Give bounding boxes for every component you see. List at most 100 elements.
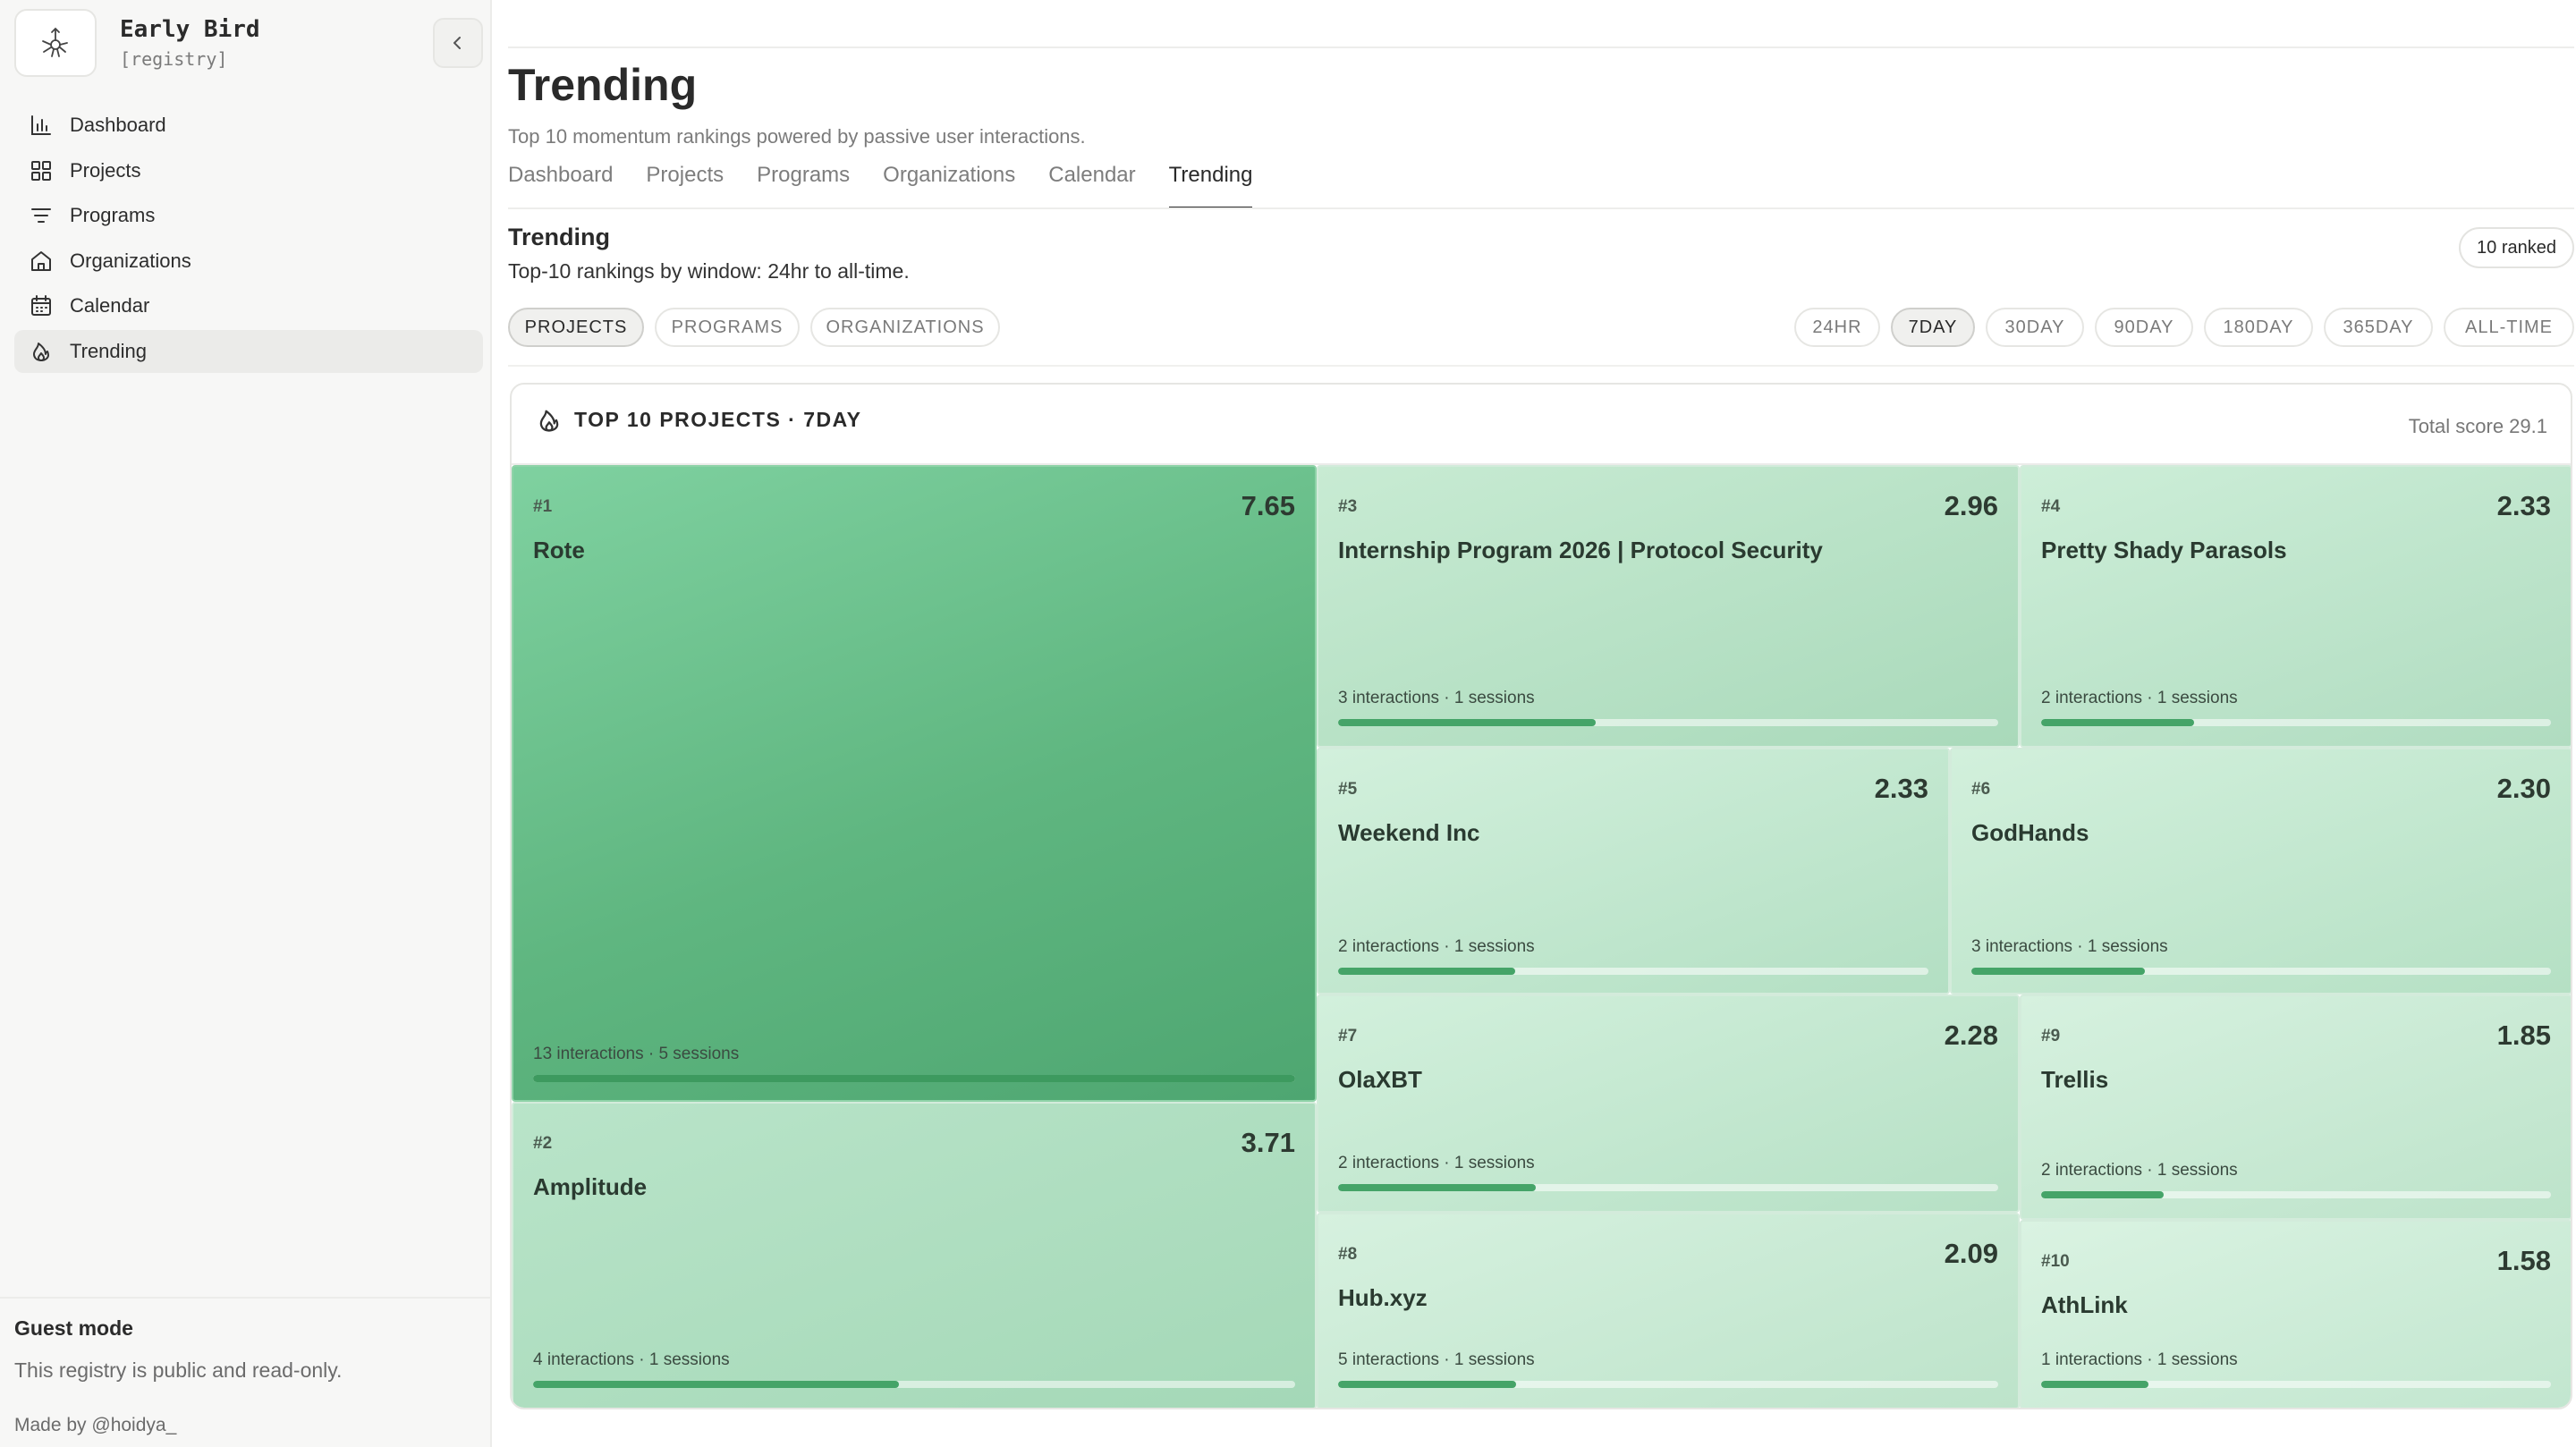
tile-meta: 5 interactions · 1 sessions [1338, 1350, 1535, 1369]
tab-organizations[interactable]: Organizations [883, 157, 1015, 209]
bird-logo-icon[interactable] [14, 9, 97, 77]
filter-window-24hr[interactable]: 24HR [1794, 308, 1880, 347]
tile-name: Pretty Shady Parasols [2041, 537, 2287, 563]
sidebar-item-dashboard[interactable]: Dashboard [14, 104, 483, 147]
tab-dashboard[interactable]: Dashboard [508, 157, 613, 209]
brand-name: Early Bird [120, 16, 260, 43]
flame-icon [33, 342, 49, 361]
tile-meta: 13 interactions · 5 sessions [533, 1045, 740, 1063]
tile-score: 2.96 [1944, 490, 1998, 521]
section-title: Trending [508, 224, 610, 250]
page-subtitle: Top 10 momentum rankings powered by pass… [508, 125, 1086, 148]
tab-trending[interactable]: Trending [1168, 157, 1252, 209]
filter-type-organizations[interactable]: ORGANIZATIONS [810, 308, 1000, 347]
tile-meta: 4 interactions · 1 sessions [533, 1350, 730, 1369]
tile-score: 7.65 [1241, 490, 1295, 521]
page-title: Trending [508, 60, 698, 110]
brand: Early Bird [registry] [14, 9, 483, 77]
tile-progress-bar [2041, 1191, 2551, 1198]
treemap-tile[interactable]: #2 3.71 Amplitude 4 interactions · 1 sessio… [512, 1102, 1317, 1408]
tab-calendar[interactable]: Calendar [1048, 157, 1135, 209]
tile-meta: 3 interactions · 1 sessions [1971, 937, 2168, 956]
tile-name: Internship Program 2026 | Protocol Secur… [1338, 537, 1823, 563]
sidebar-item-label: Dashboard [70, 114, 166, 136]
tile-meta: 2 interactions · 1 sessions [2041, 689, 2238, 707]
treemap-tile[interactable]: #9 1.85 Trellis 2 interactions · 1 sessions [2020, 994, 2571, 1220]
collapse-sidebar-button[interactable] [433, 18, 483, 68]
tile-score: 3.71 [1241, 1127, 1295, 1158]
treemap-tile[interactable]: #6 2.30 GodHands 3 interactions · 1 session… [1950, 748, 2571, 994]
filter-window-30day[interactable]: 30DAY [1986, 308, 2084, 347]
sidebar-item-trending[interactable]: Trending [14, 329, 483, 373]
treemap-tile[interactable]: #1 7.65 Rote 13 interactions · 5 sessions [512, 465, 1317, 1102]
filter-window-365day[interactable]: 365DAY [2324, 308, 2433, 347]
tile-progress-bar [533, 1381, 1295, 1388]
sidebar-item-projects[interactable]: Projects [14, 149, 483, 192]
treemap-tile[interactable]: #5 2.33 Weekend Inc 2 interactions · 1 sess… [1317, 748, 1950, 994]
filter-window-90day[interactable]: 90DAY [2095, 308, 2193, 347]
filter-window-180day[interactable]: 180DAY [2204, 308, 2313, 347]
tile-rank: #5 [1338, 780, 1358, 799]
filter-type-projects[interactable]: PROJECTS [508, 308, 644, 347]
guest-mode-title: Guest mode [14, 1316, 133, 1340]
tile-meta: 2 interactions · 1 sessions [2041, 1161, 2238, 1180]
tile-progress-fill [2041, 1191, 2164, 1198]
brand-subtitle: [registry] [120, 48, 228, 70]
filter-type-programs[interactable]: PROGRAMS [655, 308, 800, 347]
filter-window-7day[interactable]: 7DAY [1891, 308, 1975, 347]
trending-panel: TOP 10 PROJECTS · 7DAY Total score 29.1 … [510, 383, 2572, 1409]
sidebar-item-organizations[interactable]: Organizations [14, 240, 483, 283]
panel-title: TOP 10 PROJECTS · 7DAY [574, 408, 862, 431]
tabs-divider [508, 207, 2574, 209]
bar-chart-icon [31, 115, 51, 135]
tile-progress-bar [1338, 1184, 1998, 1191]
tab-programs[interactable]: Programs [757, 157, 850, 209]
tile-rank: #1 [533, 497, 553, 516]
sidebar-footer: Guest mode This registry is public and r… [0, 1297, 490, 1436]
sidebar-item-label: Calendar [70, 294, 150, 317]
sidebar-item-label: Programs [70, 204, 156, 226]
filter-window-all-time[interactable]: ALL-TIME [2444, 308, 2574, 347]
flame-icon [539, 410, 559, 432]
treemap-tile[interactable]: #7 2.28 OlaXBT 2 interactions · 1 sessions [1317, 994, 2020, 1213]
tile-progress-fill [1971, 968, 2146, 975]
home-icon [31, 250, 51, 271]
sidebar-item-programs[interactable]: Programs [14, 194, 483, 237]
filter-lines-icon [31, 208, 51, 223]
tile-progress-bar [2041, 719, 2551, 726]
treemap-tile[interactable]: #4 2.33 Pretty Shady Parasols 2 interaction… [2020, 465, 2571, 748]
tile-rank: #7 [1338, 1027, 1358, 1045]
treemap-tile[interactable]: #8 2.09 Hub.xyz 5 interactions · 1 sessions [1317, 1213, 2020, 1408]
tile-score: 2.28 [1944, 1020, 1998, 1051]
sidebar: Early Bird [registry] Dashboard Projects… [0, 0, 492, 1447]
tile-progress-fill [1338, 1381, 1517, 1388]
tile-name: Rote [533, 537, 585, 563]
ranked-count-badge: 10 ranked [2459, 227, 2574, 268]
sidebar-item-label: Trending [70, 339, 148, 362]
tile-progress-fill [1338, 1184, 1537, 1191]
tab-projects[interactable]: Projects [646, 157, 724, 209]
guest-mode-description: This registry is public and read-only. [14, 1358, 343, 1382]
tile-meta: 2 interactions · 1 sessions [1338, 1154, 1535, 1172]
total-score: Total score 29.1 [2408, 415, 2547, 437]
tile-rank: #4 [2041, 497, 2061, 516]
tile-score: 2.33 [1874, 773, 1928, 804]
tile-progress-bar [1338, 1381, 1998, 1388]
treemap-tile[interactable]: #10 1.58 AthLink 1 interactions · 1 session… [2020, 1220, 2571, 1408]
sidebar-item-label: Organizations [70, 249, 191, 272]
tile-progress-bar [1338, 968, 1928, 975]
tile-name: OlaXBT [1338, 1066, 1422, 1093]
tile-meta: 3 interactions · 1 sessions [1338, 689, 1535, 707]
tile-progress-fill [2041, 719, 2194, 726]
tile-progress-bar [1338, 719, 1998, 726]
made-by-credit: Made by @hoidya_ [14, 1415, 177, 1435]
tile-progress-bar [533, 1075, 1295, 1082]
grid-icon [31, 160, 51, 181]
panel-header: TOP 10 PROJECTS · 7DAY Total score 29.1 [512, 385, 2571, 465]
filters-divider [508, 365, 2574, 367]
main-content: Trending Top 10 momentum rankings powere… [492, 0, 2576, 1447]
treemap-tile[interactable]: #3 2.96 Internship Program 2026 | Protocol… [1317, 465, 2020, 748]
sidebar-item-calendar[interactable]: Calendar [14, 284, 483, 327]
tile-name: Hub.xyz [1338, 1284, 1428, 1311]
tab-bar: Dashboard Projects Programs Organization… [508, 157, 1285, 209]
